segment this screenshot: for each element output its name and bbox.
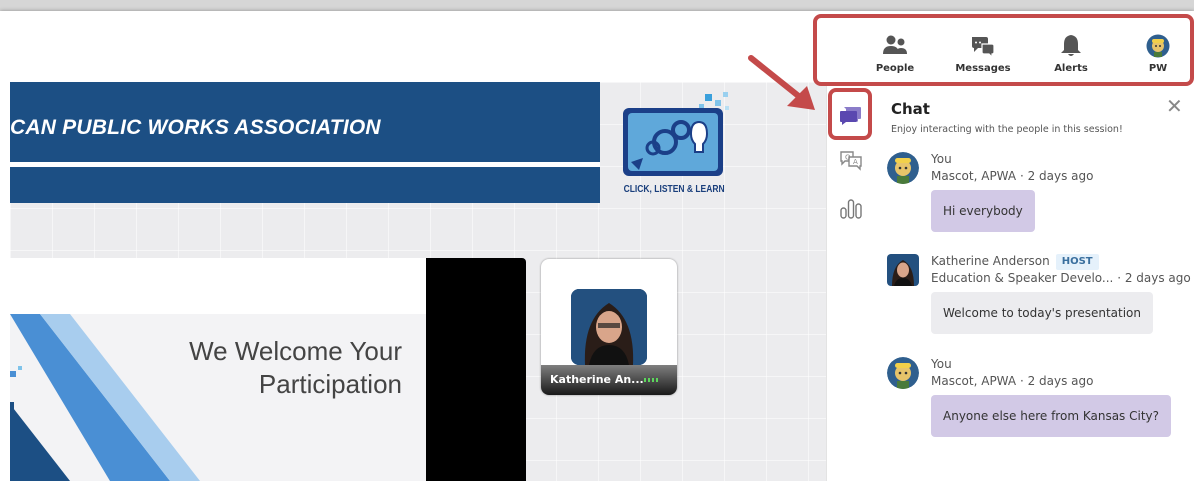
message-bubble: Anyone else here from Kansas City? bbox=[931, 395, 1171, 437]
session-tool-sidebar: Q A bbox=[826, 82, 876, 481]
click-listen-learn-logo: CLICK, LISTEN & LEARN bbox=[615, 92, 745, 202]
logo-label: CLICK, LISTEN & LEARN bbox=[623, 184, 725, 195]
svg-text:A: A bbox=[853, 158, 858, 166]
slide-header-area bbox=[10, 258, 426, 314]
message-org: Education & Speaker Develo... bbox=[931, 271, 1114, 285]
speaker-name: Katherine An... bbox=[550, 373, 644, 386]
presentation-slide: We Welcome Your Participation bbox=[10, 258, 426, 481]
message-time: · 2 days ago bbox=[1019, 374, 1094, 388]
slide-text: We Welcome Your Participation bbox=[189, 335, 402, 401]
banner-title: CAN PUBLIC WORKS ASSOCIATION bbox=[10, 116, 381, 139]
svg-text:Q: Q bbox=[845, 154, 851, 162]
host-badge: HOST bbox=[1055, 254, 1099, 270]
banner-divider bbox=[10, 162, 600, 167]
session-stage: CAN PUBLIC WORKS ASSOCIATION CLICK, LIST… bbox=[10, 82, 826, 481]
message-meta: Education & Speaker Develo... · 2 days a… bbox=[931, 271, 1191, 285]
chat-panel: Chat Enjoy interacting with the people i… bbox=[875, 82, 1194, 481]
message-meta: Mascot, APWA · 2 days ago bbox=[931, 169, 1093, 183]
chat-subtitle: Enjoy interacting with the people in thi… bbox=[891, 124, 1123, 135]
message-bubble: Hi everybody bbox=[931, 190, 1035, 232]
slide-graphic bbox=[10, 314, 200, 481]
nav-highlight-box bbox=[813, 14, 1194, 86]
message-author-name: Katherine Anderson bbox=[931, 254, 1050, 268]
message-meta: Mascot, APWA · 2 days ago bbox=[931, 374, 1093, 388]
avatar bbox=[887, 254, 919, 286]
pointer-arrow-icon bbox=[748, 55, 815, 110]
avatar bbox=[887, 357, 919, 389]
speaker-video-tile[interactable]: Katherine An... bbox=[541, 259, 677, 395]
polls-icon[interactable] bbox=[839, 196, 863, 220]
message-author: You bbox=[931, 152, 952, 166]
slide-banner: CAN PUBLIC WORKS ASSOCIATION bbox=[10, 82, 600, 203]
message-time: · 2 days ago bbox=[1117, 271, 1191, 285]
message-org: Mascot, APWA bbox=[931, 374, 1017, 388]
message-author: Katherine Anderson HOST bbox=[931, 254, 1099, 270]
avatar bbox=[887, 152, 919, 184]
message-time: · 2 days ago bbox=[1019, 169, 1094, 183]
speaker-photo bbox=[571, 289, 647, 365]
audio-signal-icon bbox=[644, 378, 660, 382]
video-panel bbox=[426, 258, 526, 481]
close-icon[interactable]: ✕ bbox=[1166, 96, 1183, 116]
slide-line-2: Participation bbox=[258, 369, 402, 399]
slide-line-1: We Welcome Your bbox=[189, 336, 402, 366]
message-bubble: Welcome to today's presentation bbox=[931, 292, 1154, 334]
chat-icon-highlight-box bbox=[828, 88, 872, 140]
message-org: Mascot, APWA bbox=[931, 169, 1017, 183]
chat-title: Chat bbox=[891, 100, 930, 118]
message-author: You bbox=[931, 357, 952, 371]
q-and-a-icon[interactable]: Q A bbox=[839, 148, 863, 172]
logo-graphic bbox=[623, 92, 729, 176]
